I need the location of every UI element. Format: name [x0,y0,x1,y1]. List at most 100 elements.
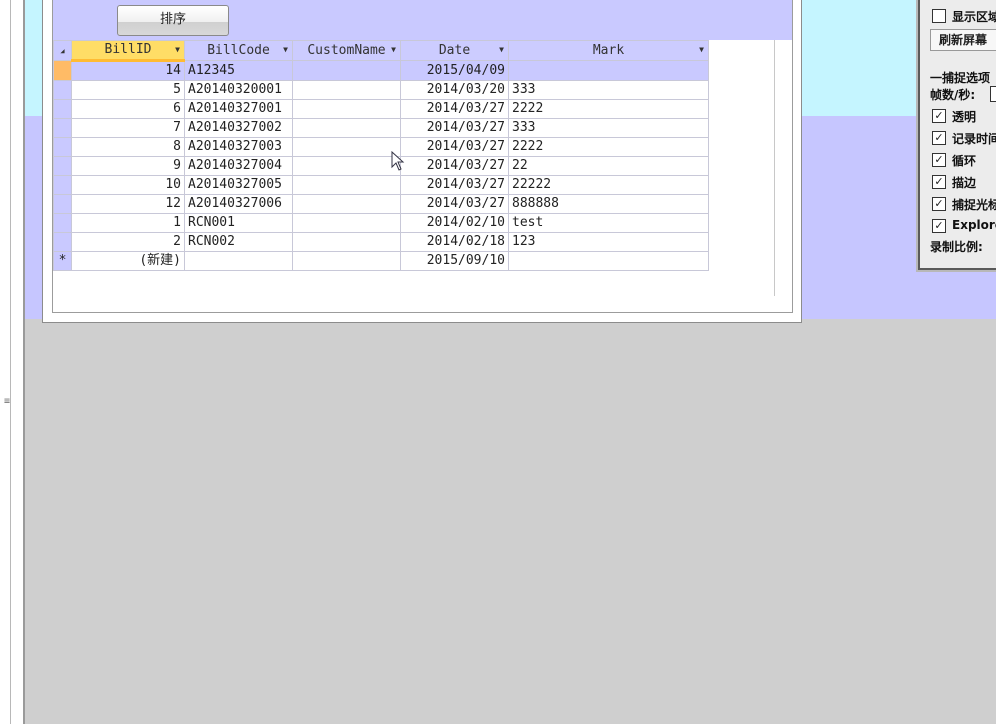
cell-billid[interactable]: 10 [71,175,185,195]
table-row[interactable]: 12 A20140327006 2014/03/27 888888 [53,194,709,214]
cell-billcode[interactable]: A20140327002 [184,118,293,138]
cell-customname[interactable] [292,99,401,119]
cell-mark[interactable]: 888888 [508,194,709,214]
cell-billid[interactable]: 8 [71,137,185,157]
dropdown-arrow-icon[interactable]: ▼ [391,42,396,60]
cell-billid[interactable]: 5 [71,80,185,100]
cell-mark[interactable] [508,60,709,81]
table-row[interactable]: 1 RCN001 2014/02/10 test [53,213,709,233]
cell-customname[interactable] [292,213,401,233]
row-selector[interactable] [53,232,72,252]
row-selector[interactable] [53,156,72,176]
cell-mark[interactable]: 2222 [508,137,709,157]
table-row[interactable]: 2 RCN002 2014/02/18 123 [53,232,709,252]
capture-option-checkbox[interactable]: ✓ [932,219,946,233]
cell-mark[interactable]: 2222 [508,99,709,119]
cell-billcode[interactable]: A12345 [184,60,293,81]
refresh-screen-button[interactable]: 刷新屏幕 [930,29,996,51]
cell-billcode[interactable]: A20140327006 [184,194,293,214]
dropdown-arrow-icon[interactable]: ▼ [499,42,504,60]
table-row[interactable]: 5 A20140320001 2014/03/20 333 [53,80,709,100]
fps-input[interactable] [990,86,996,102]
cell-mark[interactable]: 22222 [508,175,709,195]
new-record-row[interactable]: * (新建) 2015/09/10 [53,251,709,271]
cell-billcode[interactable]: A20140327004 [184,156,293,176]
cell-billcode[interactable]: A20140327005 [184,175,293,195]
new-cell-customname[interactable] [292,251,401,271]
column-header-billcode[interactable]: BillCode ▼ [184,40,293,61]
cell-date[interactable]: 2014/02/18 [400,232,509,252]
cell-mark[interactable]: 333 [508,80,709,100]
cell-date[interactable]: 2014/03/20 [400,80,509,100]
select-all-corner[interactable]: ◢ [53,40,72,61]
cell-customname[interactable] [292,137,401,157]
column-header-billid[interactable]: BillID ▼ [71,40,185,62]
capture-option-checkbox[interactable]: ✓ [932,131,946,145]
dropdown-arrow-icon[interactable]: ▼ [699,42,704,60]
new-cell-billid[interactable]: (新建) [71,251,185,271]
cell-date[interactable]: 2014/03/27 [400,118,509,138]
table-row[interactable]: 6 A20140327001 2014/03/27 2222 [53,99,709,119]
capture-option-checkbox[interactable]: ✓ [932,175,946,189]
column-header-date[interactable]: Date ▼ [400,40,509,61]
table-row[interactable]: 9 A20140327004 2014/03/27 22 [53,156,709,176]
table-row[interactable]: 8 A20140327003 2014/03/27 2222 [53,137,709,157]
new-cell-billcode[interactable] [184,251,293,271]
sort-button[interactable]: 排序 [117,5,229,36]
grip-icon[interactable]: ≡ [4,397,10,407]
show-region-checkbox[interactable] [932,9,946,23]
cell-billid[interactable]: 14 [71,60,185,81]
row-selector[interactable] [53,118,72,138]
cell-billid[interactable]: 6 [71,99,185,119]
cell-billid[interactable]: 12 [71,194,185,214]
bill-datasheet[interactable]: ◢ BillID ▼ BillCode ▼ CustomName ▼ Date ▼ Ma… [53,40,709,271]
cell-billcode[interactable]: A20140320001 [184,80,293,100]
cell-customname[interactable] [292,80,401,100]
cell-date[interactable]: 2014/03/27 [400,194,509,214]
cell-mark[interactable]: 22 [508,156,709,176]
row-selector[interactable] [53,80,72,100]
cell-customname[interactable] [292,194,401,214]
new-cell-date[interactable]: 2015/09/10 [400,251,509,271]
cell-mark[interactable]: 123 [508,232,709,252]
left-splitter[interactable]: ≡ [0,0,25,724]
row-selector[interactable] [53,175,72,195]
cell-date[interactable]: 2015/04/09 [400,60,509,81]
cell-date[interactable]: 2014/03/27 [400,156,509,176]
cell-billcode[interactable]: RCN002 [184,232,293,252]
cell-mark[interactable]: 333 [508,118,709,138]
row-selector[interactable] [53,60,72,81]
row-selector[interactable] [53,213,72,233]
new-row-marker-icon[interactable]: * [53,251,72,271]
sort-filter-icon[interactable]: ▼ [283,42,288,60]
cell-date[interactable]: 2014/03/27 [400,137,509,157]
capture-option-checkbox[interactable]: ✓ [932,153,946,167]
cell-customname[interactable] [292,175,401,195]
dropdown-arrow-icon[interactable]: ▼ [175,42,180,58]
cell-billcode[interactable]: RCN001 [184,213,293,233]
table-row[interactable]: 14 A12345 2015/04/09 [53,60,709,81]
new-cell-mark[interactable] [508,251,709,271]
cell-billcode[interactable]: A20140327001 [184,99,293,119]
capture-option-checkbox[interactable]: ✓ [932,197,946,211]
cell-billid[interactable]: 2 [71,232,185,252]
cell-billid[interactable]: 7 [71,118,185,138]
cell-customname[interactable] [292,60,401,81]
table-row[interactable]: 7 A20140327002 2014/03/27 333 [53,118,709,138]
table-row[interactable]: 10 A20140327005 2014/03/27 22222 [53,175,709,195]
cell-customname[interactable] [292,118,401,138]
cell-mark[interactable]: test [508,213,709,233]
row-selector[interactable] [53,137,72,157]
column-header-mark[interactable]: Mark ▼ [508,40,709,61]
cell-billid[interactable]: 9 [71,156,185,176]
cell-date[interactable]: 2014/03/27 [400,99,509,119]
cell-billcode[interactable]: A20140327003 [184,137,293,157]
row-selector[interactable] [53,99,72,119]
column-header-customname[interactable]: CustomName ▼ [292,40,401,61]
cell-date[interactable]: 2014/02/10 [400,213,509,233]
cell-date[interactable]: 2014/03/27 [400,175,509,195]
row-selector[interactable] [53,194,72,214]
cell-customname[interactable] [292,156,401,176]
cell-billid[interactable]: 1 [71,213,185,233]
capture-option-checkbox[interactable]: ✓ [932,109,946,123]
